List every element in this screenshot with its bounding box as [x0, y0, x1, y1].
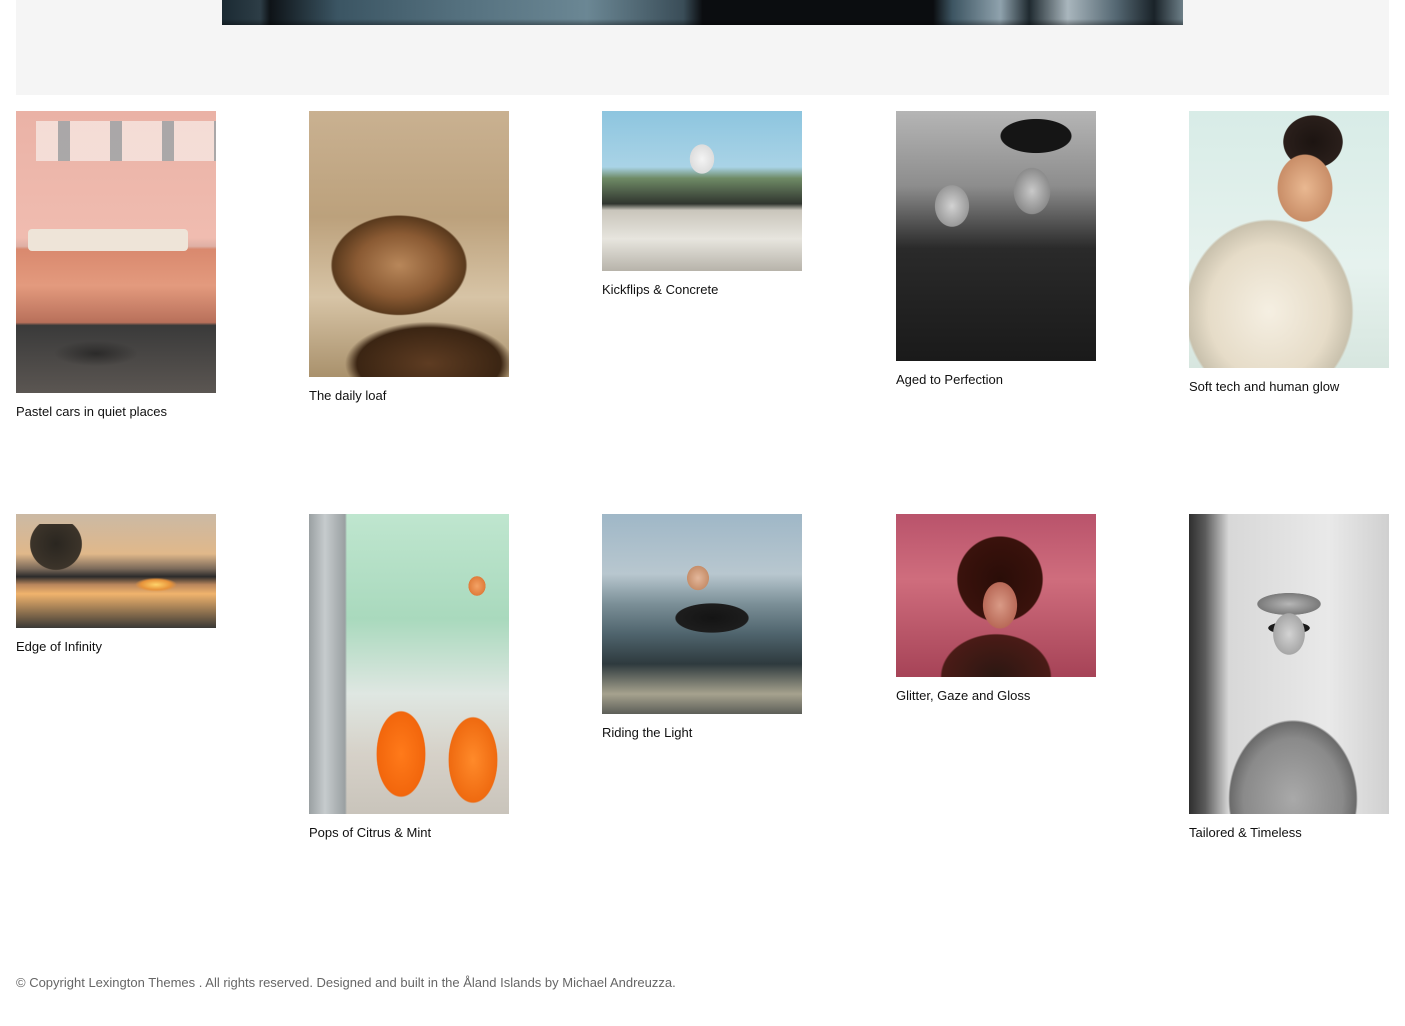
gallery-caption[interactable]: Pastel cars in quiet places [16, 404, 216, 420]
gallery-caption[interactable]: Pops of Citrus & Mint [309, 825, 509, 841]
gallery-image[interactable] [309, 514, 509, 814]
gallery-caption[interactable]: Kickflips & Concrete [602, 282, 802, 298]
gallery-card-tailored-timeless[interactable]: Tailored & Timeless [1189, 514, 1389, 841]
gallery-image[interactable] [16, 514, 216, 628]
gallery-image[interactable] [16, 111, 216, 393]
footer-copyright: © Copyright Lexington Themes . All right… [16, 975, 676, 990]
gallery-image[interactable] [602, 111, 802, 271]
gallery-image[interactable] [309, 111, 509, 377]
gallery-image[interactable] [1189, 514, 1389, 814]
gallery-card-soft-tech[interactable]: Soft tech and human glow [1189, 111, 1389, 395]
gallery-card-glitter-gaze-gloss[interactable]: Glitter, Gaze and Gloss [896, 514, 1096, 704]
gallery-card-kickflips[interactable]: Kickflips & Concrete [602, 111, 802, 298]
gallery-caption[interactable]: The daily loaf [309, 388, 509, 404]
gallery-card-pastel-cars[interactable]: Pastel cars in quiet places [16, 111, 216, 420]
gallery-caption[interactable]: Glitter, Gaze and Gloss [896, 688, 1096, 704]
gallery-caption[interactable]: Riding the Light [602, 725, 802, 741]
gallery-card-aged-to-perfection[interactable]: Aged to Perfection [896, 111, 1096, 388]
gallery-caption[interactable]: Aged to Perfection [896, 372, 1096, 388]
gallery-image[interactable] [1189, 111, 1389, 368]
gallery-card-riding-the-light[interactable]: Riding the Light [602, 514, 802, 741]
hero-image [222, 0, 1183, 25]
gallery-image[interactable] [896, 111, 1096, 361]
hero-band [16, 0, 1389, 95]
gallery-image[interactable] [896, 514, 1096, 677]
gallery-caption[interactable]: Soft tech and human glow [1189, 379, 1389, 395]
gallery-image[interactable] [602, 514, 802, 714]
gallery-card-citrus-mint[interactable]: Pops of Citrus & Mint [309, 514, 509, 841]
gallery-card-daily-loaf[interactable]: The daily loaf [309, 111, 509, 404]
gallery-caption[interactable]: Tailored & Timeless [1189, 825, 1389, 841]
gallery-caption[interactable]: Edge of Infinity [16, 639, 216, 655]
gallery-card-edge-of-infinity[interactable]: Edge of Infinity [16, 514, 216, 655]
